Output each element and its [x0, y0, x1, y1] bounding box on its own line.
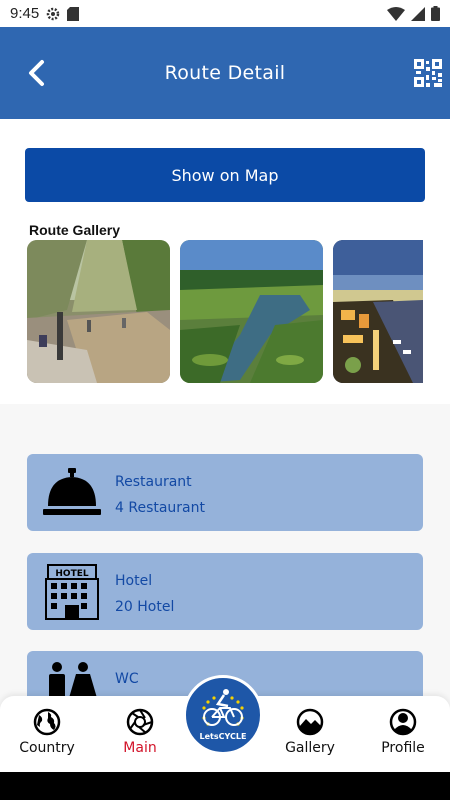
hotel-title: Hotel: [115, 573, 153, 589]
route-detail-content: Show on Map Route Gallery Restaurant 4 R…: [0, 119, 450, 728]
nav-country-label: Country: [19, 740, 75, 756]
aperture-icon: [126, 708, 154, 736]
status-time: 9:45: [10, 5, 40, 22]
sd-card-icon: [67, 6, 80, 21]
restaurant-card[interactable]: Restaurant 4 Restaurant: [27, 454, 423, 531]
page-title: Route Detail: [164, 62, 286, 84]
nav-gallery-label: Gallery: [285, 740, 335, 756]
route-gallery[interactable]: [27, 240, 423, 384]
battery-icon: [431, 6, 440, 21]
nav-main[interactable]: Main: [95, 708, 185, 768]
wc-title: WC: [115, 671, 139, 687]
nav-gallery[interactable]: Gallery: [265, 708, 355, 768]
globe-icon: [33, 708, 61, 736]
top-section: Show on Map Route Gallery: [0, 119, 450, 404]
signal-icon: [411, 6, 425, 21]
mountain-icon: [296, 708, 324, 736]
wifi-icon: [387, 6, 405, 21]
gallery-image-river-canyon[interactable]: [27, 240, 170, 383]
restaurant-count: 4 Restaurant: [115, 500, 206, 516]
gallery-title: Route Gallery: [29, 222, 121, 238]
settings-gear-icon: [46, 7, 60, 20]
service-bell-icon: [43, 468, 101, 515]
letscycle-logo-button[interactable]: LetsCYCLE: [183, 675, 263, 755]
nav-main-label: Main: [123, 740, 157, 756]
svg-text:HOTEL: HOTEL: [55, 569, 88, 579]
hotel-card[interactable]: HOTEL Hotel 20 Hotel: [27, 553, 423, 630]
gallery-image-wetland[interactable]: [180, 240, 323, 383]
qr-code-button[interactable]: [414, 59, 442, 87]
nav-profile-label: Profile: [381, 740, 425, 756]
hotel-count: 20 Hotel: [115, 599, 175, 615]
person-icon: [389, 708, 417, 736]
nav-profile[interactable]: Profile: [358, 708, 448, 768]
app-bar: Route Detail: [0, 27, 450, 119]
chevron-left-icon: [29, 60, 44, 86]
nav-country[interactable]: Country: [2, 708, 92, 768]
hotel-building-icon: HOTEL: [45, 564, 99, 620]
gallery-image-night-city[interactable]: [333, 240, 423, 383]
system-navigation-bar: [0, 772, 450, 800]
show-on-map-button[interactable]: Show on Map: [25, 148, 425, 202]
status-bar: 9:45: [0, 0, 450, 27]
back-button[interactable]: [22, 57, 50, 89]
logo-text: LetsCYCLE: [199, 732, 247, 741]
restaurant-title: Restaurant: [115, 474, 192, 490]
qr-code-icon: [414, 59, 442, 87]
